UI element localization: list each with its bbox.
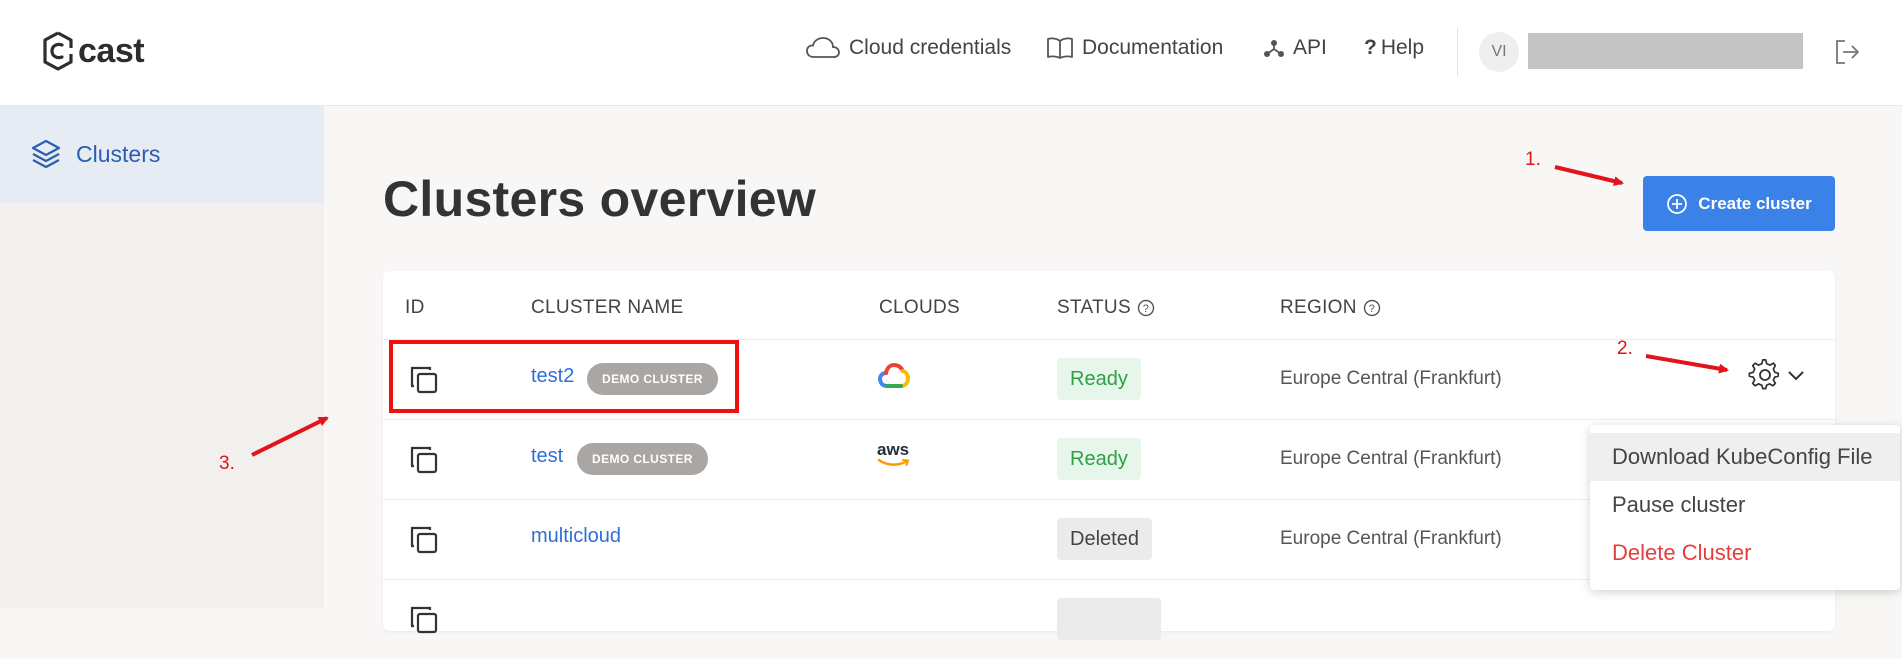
annotation-arrow-3 <box>251 416 329 457</box>
annotation-arrow-1 <box>1554 165 1624 187</box>
annotation-arrows <box>251 165 1729 457</box>
copy-id-icon[interactable] <box>408 604 440 641</box>
annotation-arrow-2 <box>1645 354 1729 374</box>
